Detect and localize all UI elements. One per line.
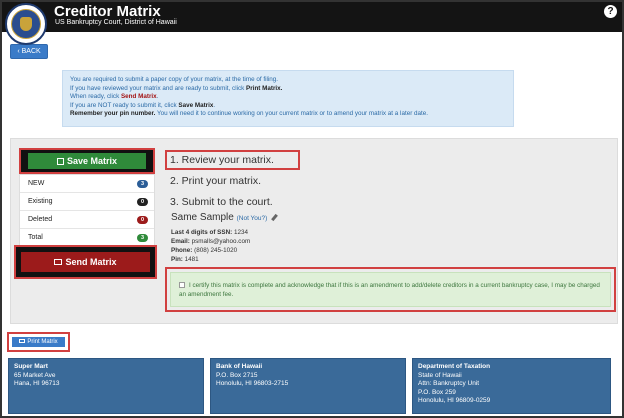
save-matrix-label: Save Matrix	[66, 156, 118, 166]
creditor-card[interactable]: Department of Taxation State of Hawaii A…	[412, 358, 611, 414]
floppy-disk-icon	[56, 158, 64, 165]
creditor-address-line: P.O. Box 259	[418, 388, 456, 396]
creditor-name: Department of Taxation	[418, 363, 491, 370]
creditor-card[interactable]: Super Mart 65 Market Ave Hana, HI 96713	[8, 358, 204, 414]
envelope-icon	[54, 259, 63, 265]
print-matrix-button[interactable]: Print Matrix	[12, 337, 65, 347]
save-matrix-highlight: Save Matrix	[19, 148, 155, 174]
help-icon[interactable]: ?	[604, 5, 617, 18]
count-row-new: NEW 3	[20, 175, 154, 193]
send-matrix-button[interactable]: Send Matrix	[21, 252, 150, 272]
creditor-name: Super Mart	[14, 363, 48, 370]
creditor-address-line: Attn: Bankruptcy Unit	[418, 380, 480, 387]
count-badge: 3	[137, 180, 148, 188]
back-button-label: BACK	[21, 48, 41, 55]
creditor-counts: NEW 3 Existing 0 Deleted 0 Total 3	[19, 174, 155, 246]
creditor-address-line: Honolulu, HI 96809-0259	[418, 397, 491, 404]
app-subtitle: US Bankruptcy Court, District of Hawaii	[55, 19, 177, 26]
user-name-line: Same Sample (Not You?)	[171, 212, 278, 223]
save-matrix-button[interactable]: Save Matrix	[28, 153, 146, 169]
creditor-address-line: Honolulu, HI 96803-2715	[216, 380, 289, 387]
creditor-card[interactable]: Bank of Hawaii P.O. Box 2715 Honolulu, H…	[210, 358, 406, 414]
count-badge: 3	[137, 234, 148, 242]
certify-text: I certify this matrix is complete and ac…	[179, 282, 600, 298]
certify-box: I certify this matrix is complete and ac…	[170, 272, 611, 307]
step-print: 2. Print your matrix.	[170, 175, 262, 187]
send-matrix-highlight: Send Matrix	[14, 245, 157, 279]
not-you-link[interactable]: (Not You?)	[237, 215, 268, 222]
print-matrix-highlight: Print Matrix	[7, 332, 70, 352]
court-seal-logo	[5, 3, 47, 45]
certify-highlight: I certify this matrix is complete and ac…	[165, 267, 616, 312]
instructions-box: You are required to submit a paper copy …	[62, 70, 514, 127]
info-line-3: When ready, click Send Matrix.	[70, 93, 159, 100]
app-window: Creditor Matrix US Bankruptcy Court, Dis…	[0, 0, 624, 418]
step-submit: 3. Submit to the court.	[170, 196, 273, 208]
app-title: Creditor Matrix	[54, 3, 161, 20]
info-line-4: If you are NOT ready to submit it, click…	[70, 101, 216, 109]
pin-line: Pin: 1481	[171, 256, 199, 263]
creditor-address-line: State of Hawaii	[418, 371, 462, 379]
back-arrow-icon: ‹	[17, 48, 20, 55]
phone-line: Phone: (808) 245-1020	[171, 247, 238, 254]
send-matrix-label: Send Matrix	[65, 257, 117, 267]
certify-checkbox[interactable]	[179, 282, 185, 288]
user-name: Same Sample	[171, 212, 234, 223]
print-matrix-label: Print Matrix	[27, 339, 58, 345]
creditor-address-line: Hana, HI 96713	[14, 380, 60, 387]
ssn-line: Last 4 digits of SSN: 1234	[171, 229, 248, 236]
info-line-2: If you have reviewed your matrix and are…	[70, 84, 283, 92]
header-bar: Creditor Matrix US Bankruptcy Court, Dis…	[2, 2, 622, 32]
info-line-1: You are required to submit a paper copy …	[70, 76, 279, 83]
count-badge: 0	[137, 216, 148, 224]
email-line: Email: psmalls@yahoo.com	[171, 238, 251, 245]
creditor-address-line: P.O. Box 2715	[216, 371, 258, 379]
count-row-deleted: Deleted 0	[20, 211, 154, 229]
creditor-address-line: 65 Market Ave	[14, 371, 56, 379]
envelope-icon	[19, 339, 26, 343]
creditor-name: Bank of Hawaii	[216, 363, 263, 370]
back-button[interactable]: ‹ BACK	[10, 44, 48, 59]
step-review: 1. Review your matrix.	[170, 154, 274, 166]
count-badge: 0	[137, 198, 148, 206]
count-row-existing: Existing 0	[20, 193, 154, 211]
info-line-5: Remember your pin number. You will need …	[70, 110, 429, 117]
